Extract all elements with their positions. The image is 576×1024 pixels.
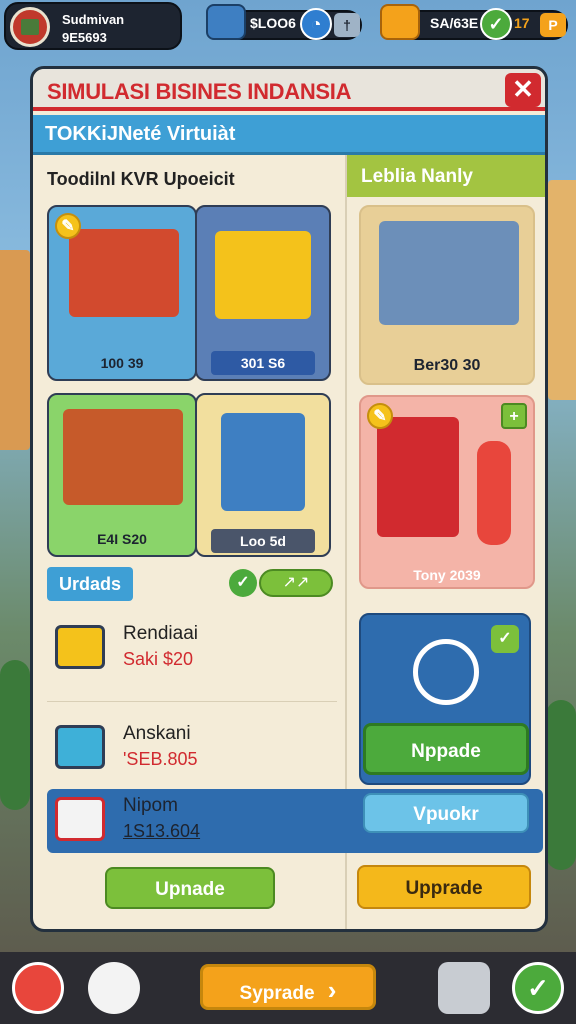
supgrade-label: Syprade: [239, 983, 315, 1004]
box-icon: [55, 625, 105, 669]
badge-icon: ✎: [55, 213, 81, 239]
cash-gauge-icon: ◔: [300, 8, 332, 40]
list-item[interactable]: Rendiaai Saki $20: [47, 609, 337, 689]
right-heading-bar: Leblia Nanly: [347, 155, 545, 197]
gems-icon: [380, 4, 420, 40]
cash-icon: [206, 4, 246, 40]
vending-cart-icon: [221, 413, 305, 511]
item-value: 'SEB.805: [123, 749, 198, 769]
shopkeeper-icon: [477, 441, 511, 545]
arrow-right-icon: ›: [327, 975, 337, 1005]
vpuckr-button[interactable]: Vpuokr: [363, 793, 529, 833]
avatar[interactable]: [10, 7, 50, 47]
cash-plus-button[interactable]: †: [334, 13, 360, 37]
card-price: Ber30 30: [413, 357, 481, 374]
item-divider: [47, 701, 337, 702]
tree-left: [0, 660, 30, 810]
card-price: Loo 5d: [211, 529, 315, 553]
supgrade-button[interactable]: Syprade ›: [200, 964, 376, 1010]
left-heading: Toodilnl KVR Upoeicit: [47, 169, 235, 189]
card-price: E4I S20: [97, 531, 147, 547]
building-right: [548, 180, 576, 400]
panel-title-bar: SIMULASI BISINES INDANSIA ✕: [33, 69, 545, 111]
business-panel: SIMULASI BISINES INDANSIA ✕ TOKKiJNeté V…: [30, 66, 548, 932]
gear-icon[interactable]: [438, 962, 490, 1014]
shop-card-electronics[interactable]: Ber30 30: [359, 205, 535, 385]
plus-badge-icon[interactable]: +: [501, 403, 527, 429]
market-stall-icon: [69, 229, 179, 317]
shop-card-market[interactable]: ✎ 100 39: [47, 205, 197, 381]
cash-value: $LOO6: [250, 15, 296, 31]
gems-value: SA/63E: [430, 15, 479, 31]
item-name: Rendiaai: [123, 623, 198, 644]
tool-icon: [413, 639, 479, 705]
close-button[interactable]: ✕: [505, 73, 541, 107]
badge-icon: ✎: [367, 403, 393, 429]
upgrade-right-button[interactable]: Upprade: [357, 865, 531, 909]
top-bar: Sudmivan 9E5693 $LOO6 ◔ † SA/63E ✓ 17 P: [0, 0, 576, 56]
upgrade-progress: ↗↗: [259, 569, 333, 597]
gems-count: 17: [514, 15, 530, 31]
card-price: 301 S6: [211, 351, 315, 375]
panel-title: SIMULASI BISINES INDANSIA: [47, 79, 352, 104]
crate-icon: [55, 725, 105, 769]
shop-card-produce[interactable]: E4I S20: [47, 393, 197, 557]
check-icon: ✓: [229, 569, 257, 597]
confirm-check-icon[interactable]: ✓: [512, 962, 564, 1014]
list-item-selected[interactable]: Nipom 1S13.604: [47, 781, 337, 861]
item-name: Anskani: [123, 723, 191, 744]
player-id: 9E5693: [62, 30, 107, 45]
card-price: Tony 2039: [413, 567, 481, 583]
item-value: 1S13.604: [123, 821, 201, 841]
gems-plus-button[interactable]: P: [540, 13, 566, 37]
right-heading: Leblia Nanly: [361, 166, 473, 187]
register-icon: [55, 797, 105, 841]
bottom-nav: Syprade › ✓: [0, 952, 576, 1024]
produce-stand-icon: [63, 409, 183, 505]
plane-icon[interactable]: [12, 962, 64, 1014]
fridge-icon: [377, 417, 459, 537]
right-upgrade-button[interactable]: Nppade: [363, 723, 529, 775]
item-value: Saki $20: [123, 649, 194, 669]
panel-subtitle: TOKKiJNeté Virtuiàt: [45, 123, 236, 145]
shop-card-minimarket[interactable]: ✎ + Tony 2039: [359, 395, 535, 589]
player-name: Sudmivan: [62, 12, 125, 27]
check-badge-icon: ✓: [480, 8, 512, 40]
upgrades-label: Urdads: [47, 567, 133, 601]
food-truck-icon: [215, 231, 311, 319]
building-left: [0, 250, 30, 450]
item-name: Nipom: [123, 795, 178, 816]
tree-right: [546, 700, 576, 870]
electronics-store-icon: [379, 221, 519, 325]
checkmark-icon: ✓: [491, 625, 519, 653]
shop-card-truck[interactable]: 301 S6: [195, 205, 331, 381]
panel-subtitle-bar: TOKKiJNeté Virtuiàt: [33, 115, 545, 155]
card-price: 100 39: [100, 355, 144, 371]
list-item[interactable]: Anskani 'SEB.805: [47, 709, 337, 789]
upgrade-left-button[interactable]: Upnade: [105, 867, 275, 909]
shop-card-vending[interactable]: Loo 5d: [195, 393, 331, 557]
play-icon[interactable]: [88, 962, 140, 1014]
player-profile[interactable]: Sudmivan 9E5693: [4, 2, 182, 50]
